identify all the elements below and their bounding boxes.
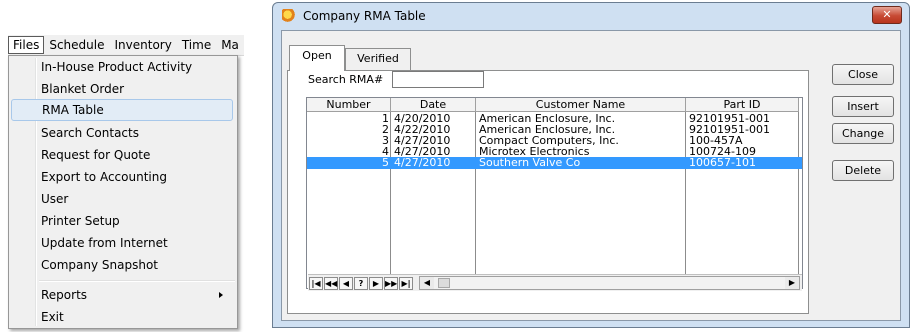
files-dropdown-menu: In-House Product Activity Blanket Order … [8, 55, 238, 329]
menu-item-in-house-product-activity[interactable]: In-House Product Activity [11, 56, 233, 78]
close-button[interactable]: Close [832, 64, 894, 85]
column-header-date[interactable]: Date [391, 98, 476, 112]
column-header-number[interactable]: Number [307, 98, 391, 112]
menu-inventory[interactable]: Inventory [110, 37, 177, 53]
search-rma-label: Search RMA# [308, 73, 384, 86]
submenu-arrow-icon [219, 292, 223, 298]
menu-time[interactable]: Time [177, 37, 216, 53]
menu-separator [39, 280, 235, 282]
nav-next-icon[interactable]: ▶ [369, 276, 383, 290]
scroll-right-icon[interactable]: ▶ [785, 277, 799, 289]
menu-item-request-for-quote[interactable]: Request for Quote [11, 144, 233, 166]
menu-item-exit[interactable]: Exit [11, 306, 233, 328]
company-rma-table-dialog: Company RMA Table ✕ Open Verified Search… [272, 2, 910, 328]
window-close-button[interactable]: ✕ [872, 6, 902, 24]
column-header-part-id[interactable]: Part ID [686, 98, 799, 112]
cell-number: 5 [382, 157, 389, 169]
tab-verified[interactable]: Verified [345, 48, 411, 70]
menu-item-reports-label: Reports [41, 288, 88, 302]
table-row-selected[interactable]: 5 4/27/2010 Southern Valve Co 100657-101 [307, 157, 802, 169]
nav-next-page-icon[interactable]: ▶▶ [384, 276, 398, 290]
menu-item-blanket-order[interactable]: Blanket Order [11, 78, 233, 100]
menu-item-company-snapshot[interactable]: Company Snapshot [11, 254, 233, 276]
scroll-thumb[interactable] [438, 278, 450, 288]
change-button[interactable]: Change [832, 123, 894, 144]
tab-open[interactable]: Open [289, 45, 345, 71]
nav-prev-page-icon[interactable]: ◀◀ [324, 276, 338, 290]
menu-item-export-to-accounting[interactable]: Export to Accounting [11, 166, 233, 188]
insert-button[interactable]: Insert [832, 96, 894, 117]
dialog-client-area: Open Verified Search RMA# Number Date Cu… [281, 30, 901, 321]
menu-item-printer-setup[interactable]: Printer Setup [11, 210, 233, 232]
menu-schedule[interactable]: Schedule [44, 37, 109, 53]
menu-item-rma-table[interactable]: RMA Table [11, 99, 233, 121]
menu-files[interactable]: Files [8, 36, 45, 54]
nav-first-icon[interactable]: |◀ [309, 276, 323, 290]
menu-item-user[interactable]: User [11, 188, 233, 210]
record-navigator: |◀ ◀◀ ◀ ? ▶ ▶▶ ▶| ◀ ▶ [308, 274, 802, 291]
menu-item-search-contacts[interactable]: Search Contacts [11, 122, 233, 144]
delete-button[interactable]: Delete [832, 160, 894, 181]
search-rma-input[interactable] [392, 71, 484, 88]
nav-find-icon[interactable]: ? [354, 276, 368, 290]
menu-bar: Files Schedule Inventory Time Ma [8, 35, 244, 56]
column-header-customer-name[interactable]: Customer Name [476, 98, 686, 112]
menu-truncated[interactable]: Ma [216, 37, 244, 53]
nav-prev-icon[interactable]: ◀ [339, 276, 353, 290]
menu-item-update-from-internet[interactable]: Update from Internet [11, 232, 233, 254]
cell-part-id: 100657-101 [689, 157, 756, 169]
dialog-title-bar[interactable]: Company RMA Table ✕ [273, 3, 909, 29]
rma-grid[interactable]: Number Date Customer Name Part ID 1 4/20… [306, 97, 803, 289]
nav-last-icon[interactable]: ▶| [399, 276, 413, 290]
horizontal-scrollbar[interactable]: ◀ ▶ [419, 276, 800, 290]
cell-date: 4/27/2010 [394, 157, 451, 169]
menu-item-reports[interactable]: Reports [11, 284, 233, 306]
scroll-left-icon[interactable]: ◀ [420, 277, 434, 289]
cell-customer-name: Southern Valve Co [479, 157, 581, 169]
app-icon [282, 9, 296, 23]
dialog-title: Company RMA Table [303, 9, 426, 23]
